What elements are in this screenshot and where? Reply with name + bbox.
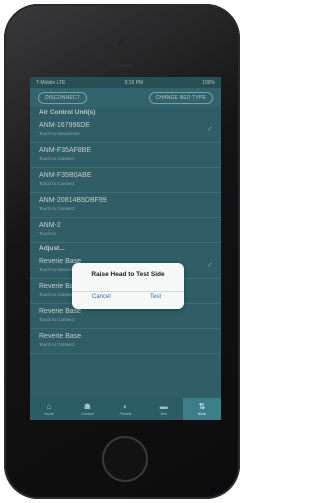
tab-bed[interactable]: ▬ Bed xyxy=(145,398,183,420)
earpiece-speaker xyxy=(110,64,134,67)
moon-icon: ◐ xyxy=(123,401,128,411)
tab-label: Comfort xyxy=(81,411,94,416)
bed-icon: ▬ xyxy=(159,401,168,411)
tab-label: Presets xyxy=(119,411,132,416)
test-button[interactable]: Test xyxy=(150,294,161,300)
home-icon: ⌂ xyxy=(46,401,52,411)
phone-frame: T-Mobile LTE 3:19 PM 100% DISCONNECT CHA… xyxy=(4,4,240,499)
tab-label: Bed xyxy=(160,411,167,416)
app-screen: T-Mobile LTE 3:19 PM 100% DISCONNECT CHA… xyxy=(30,77,221,420)
sliders-icon: ⇅ xyxy=(198,401,206,411)
modal-dim-overlay xyxy=(30,77,221,398)
tab-home[interactable]: ⌂ Home xyxy=(30,398,68,420)
bottom-tab-bar: ⌂ Home ☗ Comfort ◐ Presets ▬ Bed ⇅ More xyxy=(30,398,221,420)
tab-comfort[interactable]: ☗ Comfort xyxy=(68,398,106,420)
tab-more[interactable]: ⇅ More xyxy=(182,398,221,420)
cancel-button[interactable]: Cancel xyxy=(92,294,111,300)
home-button[interactable] xyxy=(102,436,148,482)
front-camera xyxy=(118,40,125,47)
tab-label: More xyxy=(197,411,206,416)
test-side-dialog: Raise Head to Test Side Cancel Test xyxy=(72,263,184,309)
car-seat-icon: ☗ xyxy=(83,401,91,411)
dialog-title: Raise Head to Test Side xyxy=(91,271,165,278)
tab-presets[interactable]: ◐ Presets xyxy=(106,398,144,420)
tab-label: Home xyxy=(44,411,54,416)
dialog-divider xyxy=(72,291,184,292)
